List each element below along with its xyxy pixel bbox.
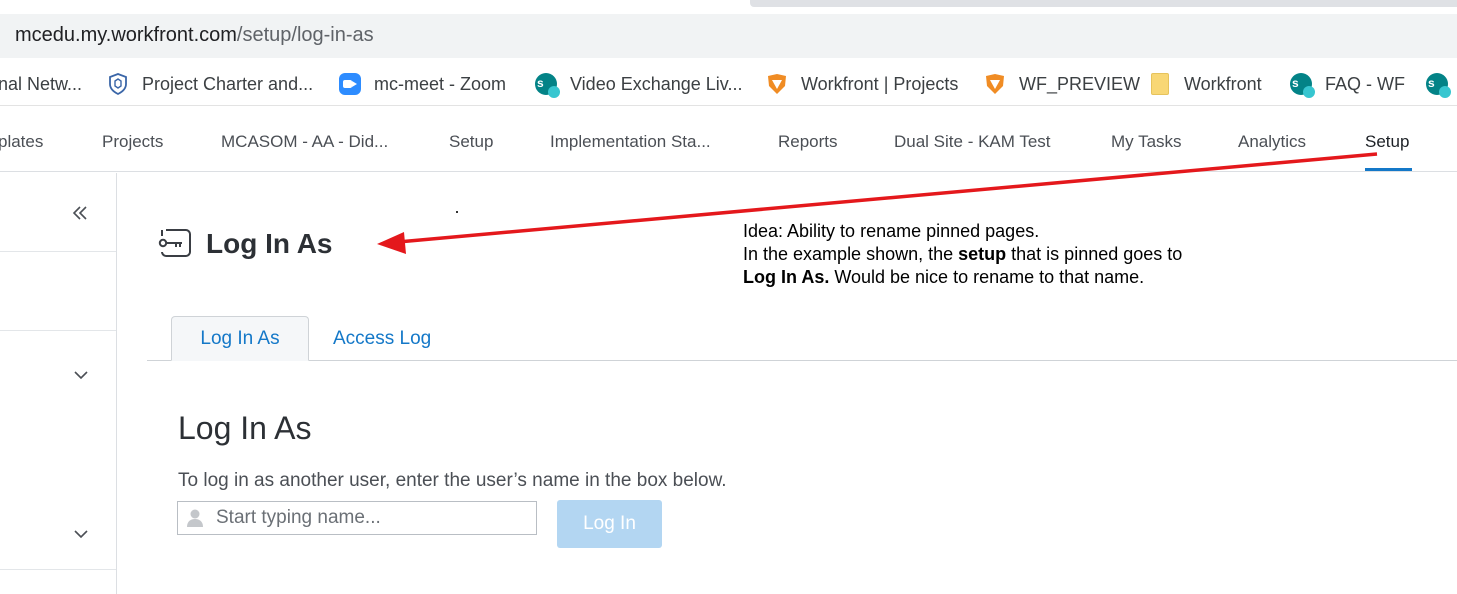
nav-item-mcasom[interactable]: MCASOM - AA - Did... bbox=[221, 132, 388, 152]
bookmark-label: Workfront bbox=[1184, 73, 1262, 94]
bookmark-label: WF_PREVIEW bbox=[1019, 73, 1141, 94]
instructions-text: To log in as another user, enter the use… bbox=[178, 470, 727, 491]
section-title: Log In As bbox=[178, 410, 312, 446]
workfront-icon bbox=[765, 72, 789, 96]
annotation-line: In the example shown, the setup that is … bbox=[743, 244, 1183, 264]
bookmark-item[interactable]: Workfront bbox=[1148, 72, 1262, 96]
log-in-button[interactable]: Log In bbox=[557, 500, 662, 548]
bookmark-label: Project Charter and... bbox=[142, 73, 314, 94]
tab-log-in-as[interactable]: Log In As bbox=[171, 316, 309, 361]
chevron-down-icon[interactable] bbox=[70, 523, 92, 545]
annotation-line: Idea: Ability to rename pinned pages. bbox=[743, 221, 1040, 241]
collapse-sidebar-icon[interactable] bbox=[68, 201, 92, 225]
nav-item-dual-site[interactable]: Dual Site - KAM Test bbox=[894, 132, 1051, 152]
user-icon bbox=[187, 509, 203, 527]
nav-item-my-tasks[interactable]: My Tasks bbox=[1111, 132, 1182, 152]
sharepoint-icon: s bbox=[1425, 72, 1451, 98]
bookmark-label: nal Netw... bbox=[0, 73, 83, 94]
nav-item-projects[interactable]: Projects bbox=[102, 132, 163, 152]
sidebar-divider bbox=[0, 251, 116, 252]
page-title: Log In As bbox=[206, 228, 333, 259]
url-host: mcedu.my.workfront.com bbox=[15, 24, 237, 46]
horizontal-scrollbar[interactable] bbox=[750, 0, 1457, 7]
tab-access-log[interactable]: Access Log bbox=[333, 316, 431, 361]
user-search-box[interactable] bbox=[177, 501, 537, 535]
stray-dot bbox=[456, 211, 458, 213]
bookmark-label: mc-meet - Zoom bbox=[374, 73, 507, 94]
bookmark-label: Workfront | Projects bbox=[801, 73, 959, 94]
sharepoint-icon: s bbox=[534, 72, 560, 98]
main-nav: plates Projects MCASOM - AA - Did... Set… bbox=[0, 112, 1457, 172]
nav-item-implementation[interactable]: Implementation Sta... bbox=[550, 132, 711, 152]
browser-top-strip bbox=[0, 0, 1457, 12]
bookmark-label: FAQ - WF bbox=[1325, 73, 1405, 94]
sidebar-divider bbox=[0, 569, 116, 570]
nav-item-setup-pinned[interactable]: Setup bbox=[1365, 132, 1409, 152]
url-path: /setup/log-in-as bbox=[236, 24, 374, 46]
bookmark-item[interactable]: s FAQ - WF bbox=[1289, 72, 1405, 98]
user-name-input[interactable] bbox=[216, 504, 531, 532]
bookmark-item[interactable]: s bbox=[1425, 72, 1457, 98]
bookmarks-bar: nal Netw... Project Charter and... mc-me… bbox=[0, 62, 1457, 106]
zoom-icon bbox=[338, 72, 362, 96]
sidebar-divider bbox=[0, 330, 116, 331]
nav-item-setup[interactable]: Setup bbox=[449, 132, 493, 152]
bookmark-item[interactable]: s Video Exchange Liv... bbox=[534, 72, 743, 98]
bookmark-item[interactable]: nal Netw... bbox=[0, 72, 82, 96]
url-text[interactable]: mcedu.my.workfront.com/setup/log-in-as bbox=[15, 24, 374, 47]
bookmark-item[interactable]: Workfront | Projects bbox=[765, 72, 958, 96]
bookmark-item[interactable]: WF_PREVIEW bbox=[983, 72, 1140, 96]
active-nav-indicator bbox=[1365, 168, 1412, 171]
bookmark-item[interactable]: Project Charter and... bbox=[106, 72, 313, 96]
workfront-icon bbox=[983, 72, 1007, 96]
bookmark-label: Video Exchange Liv... bbox=[570, 73, 743, 94]
nav-item-templates[interactable]: plates bbox=[0, 132, 43, 152]
nav-item-reports[interactable]: Reports bbox=[778, 132, 838, 152]
nav-item-analytics[interactable]: Analytics bbox=[1238, 132, 1306, 152]
annotation-line: Log In As. Would be nice to rename to th… bbox=[743, 267, 1145, 287]
shield-icon bbox=[106, 72, 130, 96]
log-in-as-icon bbox=[158, 229, 191, 257]
left-sidebar bbox=[0, 173, 117, 594]
bookmark-item[interactable]: mc-meet - Zoom bbox=[338, 72, 506, 96]
folder-icon bbox=[1148, 72, 1172, 96]
sharepoint-icon: s bbox=[1289, 72, 1315, 98]
chevron-down-icon[interactable] bbox=[70, 364, 92, 386]
annotation-note: Idea: Ability to rename pinned pages. In… bbox=[743, 220, 1182, 289]
